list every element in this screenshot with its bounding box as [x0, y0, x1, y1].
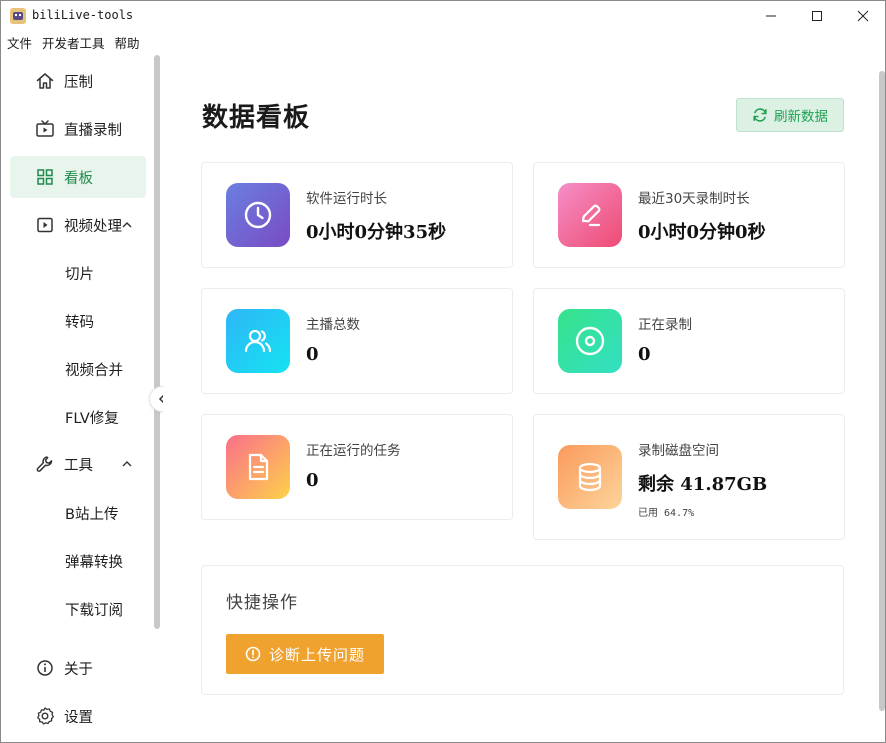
wrench-icon [35, 454, 55, 474]
sidebar-item-transcode[interactable]: 转码 [10, 300, 146, 342]
record-icon [558, 309, 622, 373]
page-title: 数据看板 [202, 103, 311, 133]
sidebar-item-settings[interactable]: 设置 [10, 695, 146, 737]
diagnose-label: 诊断上传问题 [268, 645, 365, 664]
sidebar-item-download-subscribe[interactable]: 下载订阅 [10, 588, 146, 630]
sidebar-item-label: 压制 [64, 74, 93, 91]
diagnose-upload-button[interactable]: 诊断上传问题 [226, 634, 384, 674]
sidebar-item-dashboard[interactable]: 看板 [10, 156, 146, 198]
stat-value: 0 [306, 344, 319, 365]
stat-value: 0小时0分钟35秒 [306, 222, 447, 243]
sidebar-item-danmaku-convert[interactable]: 弹幕转换 [10, 540, 146, 582]
close-icon [857, 10, 869, 22]
stat-card-uptime: 软件运行时长 0小时0分钟35秒 [201, 162, 513, 268]
stat-label: 正在录制 [638, 317, 692, 333]
close-button[interactable] [840, 1, 885, 31]
sidebar-item-video-process[interactable]: 视频处理 [10, 204, 146, 246]
tv-icon [35, 119, 55, 139]
stat-value: 0小时0分钟0秒 [638, 222, 766, 243]
clock-icon [226, 183, 290, 247]
menu-devtools[interactable]: 开发者工具 [42, 33, 105, 52]
stat-label: 软件运行时长 [306, 191, 387, 207]
stat-card-disk-space: 录制磁盘空间 剩余 41.87GB 已用 64.7% [533, 414, 845, 540]
refresh-data-button[interactable]: 刷新数据 [736, 98, 844, 132]
menu-file[interactable]: 文件 [7, 33, 32, 52]
sidebar-item-bilibili-upload[interactable]: B站上传 [10, 492, 146, 534]
database-icon [558, 445, 622, 509]
sidebar-item-flv-repair[interactable]: FLV修复 [10, 396, 146, 438]
stat-label: 录制磁盘空间 [638, 443, 719, 459]
sidebar: 压制 直播录制 看板 视频处理 切片 转码 视频合并 FLV修复 工具 B站上传… [1, 53, 162, 742]
sidebar-item-label: 切片 [65, 266, 94, 283]
sidebar-item-live-record[interactable]: 直播录制 [10, 108, 146, 150]
video-icon [35, 215, 55, 235]
sidebar-item-label: 视频合并 [65, 362, 123, 379]
users-icon [226, 309, 290, 373]
sidebar-item-label: 弹幕转换 [65, 554, 123, 571]
chevron-up-icon[interactable] [121, 458, 133, 470]
dashboard-icon [35, 167, 55, 187]
minimize-icon [766, 15, 776, 17]
sidebar-item-label: 直播录制 [64, 122, 122, 139]
main-content: 数据看板 刷新数据 软件运行时长 0小时0分钟35秒 最近30天录制时长 0小时… [163, 53, 885, 742]
sidebar-item-label: 看板 [64, 170, 93, 187]
title-bar: biliLive-tools [1, 1, 885, 31]
alert-circle-icon [245, 646, 261, 662]
file-icon [226, 435, 290, 499]
sidebar-item-label: 下载订阅 [65, 602, 123, 619]
sidebar-item-compress[interactable]: 压制 [10, 60, 146, 102]
window-title: biliLive-tools [32, 8, 134, 22]
sidebar-item-label: 工具 [64, 457, 93, 474]
chevron-up-icon[interactable] [121, 219, 133, 231]
info-icon [35, 658, 55, 678]
stat-label: 主播总数 [306, 317, 360, 333]
sidebar-item-label: 关于 [64, 661, 93, 678]
maximize-icon [812, 11, 822, 21]
sidebar-item-label: 视频处理 [64, 218, 122, 235]
stat-value: 0 [306, 470, 319, 491]
gear-icon [35, 706, 55, 726]
refresh-label: 刷新数据 [774, 109, 828, 125]
sidebar-item-about[interactable]: 关于 [10, 647, 146, 689]
stat-card-recording: 正在录制 0 [533, 288, 845, 394]
menu-help[interactable]: 帮助 [115, 33, 140, 52]
minimize-button[interactable] [748, 1, 794, 31]
stat-value: 剩余 41.87GB [638, 474, 768, 495]
stat-card-running-tasks: 正在运行的任务 0 [201, 414, 513, 520]
home-icon [35, 71, 55, 91]
sidebar-item-label: 设置 [64, 709, 93, 726]
sidebar-item-video-merge[interactable]: 视频合并 [10, 348, 146, 390]
refresh-icon [753, 108, 767, 122]
main-scrollbar[interactable] [879, 71, 885, 711]
stat-label: 最近30天录制时长 [638, 191, 750, 207]
sidebar-item-label: B站上传 [65, 506, 119, 523]
disk-usage-percent: 已用 64.7% [638, 508, 695, 519]
menu-bar: 文件 开发者工具 帮助 [1, 31, 885, 53]
stat-label: 正在运行的任务 [306, 443, 401, 459]
stat-card-streamers: 主播总数 0 [201, 288, 513, 394]
pen-icon [558, 183, 622, 247]
app-logo-icon [10, 8, 26, 24]
stat-value: 0 [638, 344, 651, 365]
sidebar-item-clip[interactable]: 切片 [10, 252, 146, 294]
sidebar-item-label: FLV修复 [65, 410, 119, 427]
app-window: biliLive-tools 文件 开发者工具 帮助 压制 直播录制 看板 视频… [0, 0, 886, 743]
sidebar-item-tools[interactable]: 工具 [10, 443, 146, 485]
sidebar-item-label: 转码 [65, 314, 94, 331]
quick-actions-panel: 快捷操作 诊断上传问题 [201, 565, 844, 695]
quick-actions-title: 快捷操作 [226, 593, 298, 613]
stat-card-record-duration: 最近30天录制时长 0小时0分钟0秒 [533, 162, 845, 268]
sidebar-scrollbar[interactable] [154, 55, 160, 629]
maximize-button[interactable] [794, 1, 840, 31]
